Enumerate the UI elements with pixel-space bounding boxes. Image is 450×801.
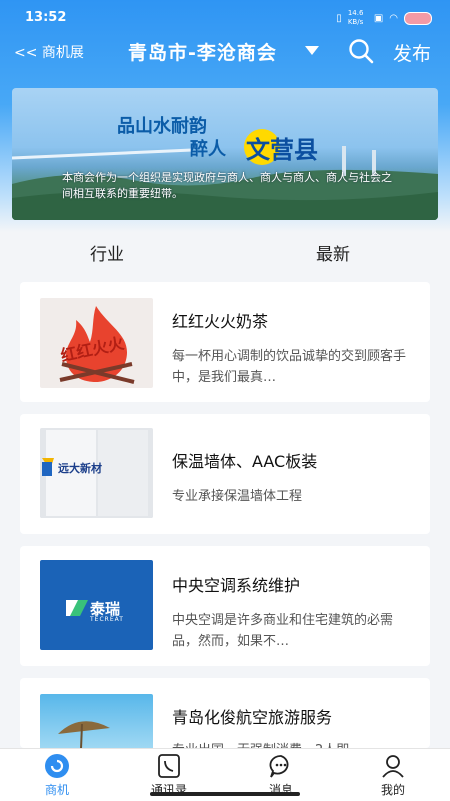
listing-thumbnail: 泰瑞 TECREAT bbox=[40, 560, 153, 650]
tab-business[interactable]: 商机 bbox=[17, 753, 97, 798]
message-icon bbox=[269, 755, 289, 778]
phone-icon bbox=[158, 754, 180, 778]
user-icon bbox=[382, 755, 404, 778]
status-time: 13:52 bbox=[25, 10, 67, 25]
wifi-icon: ◠ bbox=[389, 12, 398, 24]
search-icon[interactable] bbox=[348, 38, 374, 64]
banner-brand: 文营县 bbox=[246, 135, 318, 164]
listing-title: 中央空调系统维护 bbox=[172, 576, 301, 595]
page-title[interactable]: 青岛市-李沧商会 bbox=[128, 38, 277, 65]
listing-title: 保温墙体、AAC板装 bbox=[172, 452, 318, 471]
status-icons: ▯ 14.6 KB/s ▣ ◠ bbox=[336, 9, 432, 27]
chevron-down-icon[interactable] bbox=[305, 46, 319, 55]
listing-title: 红红火火奶茶 bbox=[172, 312, 269, 331]
thumbnail-subtext: TECREAT bbox=[90, 616, 124, 623]
nav-bar: << 商机展 青岛市-李沧商会 发布 bbox=[0, 36, 450, 66]
listing-description: 中央空调是许多商业和住宅建筑的必需品，然而，如果不… bbox=[172, 613, 394, 649]
banner-slogan-2: 醉人 bbox=[190, 139, 226, 160]
tab-industry[interactable]: 行业 bbox=[90, 240, 124, 265]
list-item[interactable]: 泰瑞 TECREAT 中央空调系统维护 中央空调是许多商业和住宅建筑的必需品，然… bbox=[20, 546, 430, 666]
listing-title: 青岛化俊航空旅游服务 bbox=[172, 708, 333, 727]
tab-latest[interactable]: 最新 bbox=[316, 240, 350, 265]
category-tabs: 行业 最新 bbox=[0, 240, 450, 266]
listing-thumbnail: 红红火火 bbox=[40, 298, 153, 388]
tab-label: 商机 bbox=[44, 783, 69, 797]
listing-description: 专业承接保温墙体工程 bbox=[172, 489, 303, 504]
listing-description: 专业出国，无强制消费，2人即 bbox=[172, 740, 407, 748]
back-button[interactable]: << 商机展 bbox=[14, 42, 84, 62]
list-item[interactable]: 红红火火 红红火火奶茶 每一杯用心调制的饮品诚挚的交到顾客手中，是我们最真… bbox=[20, 282, 430, 402]
listing-description: 每一杯用心调制的饮品诚挚的交到顾客手中，是我们最真… bbox=[172, 349, 407, 385]
thumbnail-text: 远大新材 bbox=[58, 462, 102, 475]
signal-icon: ▣ bbox=[373, 12, 384, 24]
listing-thumbnail: 远大新材 bbox=[40, 428, 153, 518]
home-icon bbox=[45, 754, 69, 778]
banner-description: 本商会作为一个组织是实现政府与商人、商人与商人、商人与社会之间相互联系的重要纽带… bbox=[62, 171, 392, 200]
listing-thumbnail bbox=[40, 694, 153, 748]
banner[interactable]: 品山水耐韵 醉人 文营县 本商会作为一个组织是实现政府与商人、商人与商人、商人与… bbox=[12, 88, 438, 220]
status-bar: 13:52 ▯ 14.6 KB/s ▣ ◠ bbox=[0, 0, 450, 34]
list-item[interactable]: 远大新材 保温墙体、AAC板装 专业承接保温墙体工程 bbox=[20, 414, 430, 534]
network-speed: 14.6 KB/s bbox=[347, 9, 364, 26]
beach-umbrella-icon bbox=[58, 721, 110, 748]
publish-button[interactable]: 发布 bbox=[393, 39, 431, 66]
tab-label: 我的 bbox=[380, 783, 405, 797]
battery-icon bbox=[404, 11, 432, 25]
vibrate-icon: ▯ bbox=[336, 12, 342, 24]
home-indicator bbox=[150, 792, 300, 796]
list-item[interactable]: 青岛化俊航空旅游服务 专业出国，无强制消费，2人即 bbox=[20, 678, 430, 748]
tab-mine[interactable]: 我的 bbox=[353, 753, 433, 798]
